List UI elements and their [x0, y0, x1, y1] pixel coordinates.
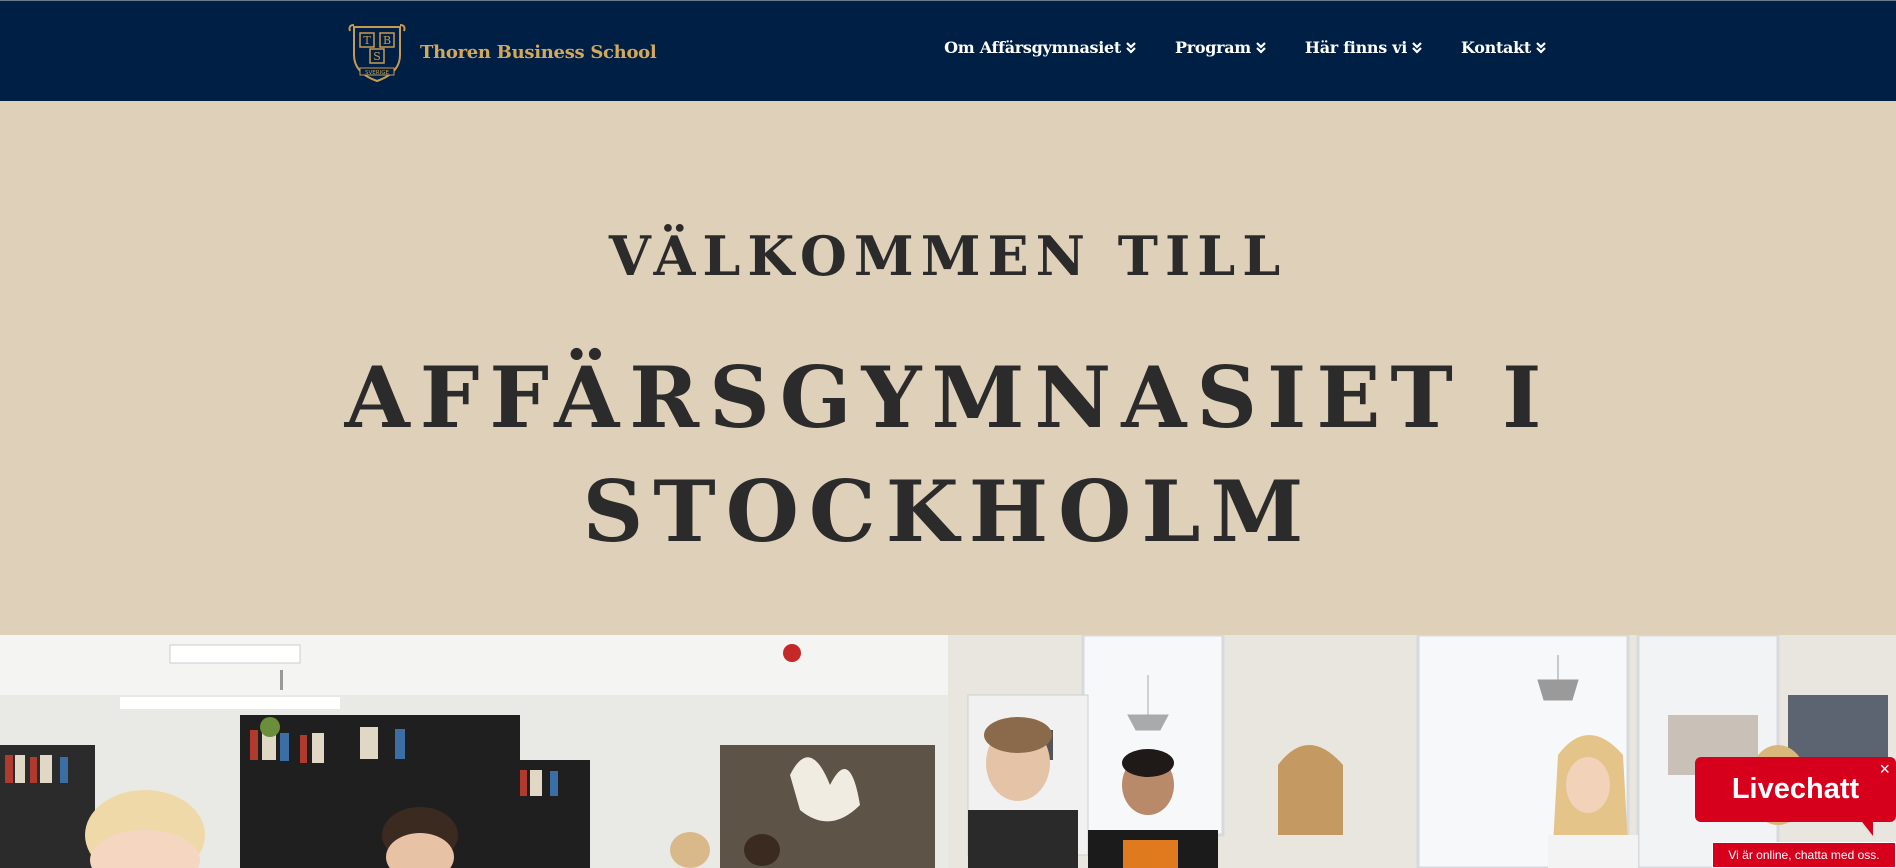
hero-section: VÄLKOMMEN TILL AFFÄRSGYMNASIET I STOCKHO… [0, 101, 1896, 635]
double-chevron-down-icon [1126, 41, 1136, 54]
livechat-status[interactable]: Vi är online, chatta med oss. [1712, 842, 1896, 868]
hero-title-line1: AFFÄRSGYMNASIET I [344, 348, 1552, 447]
hero-subtitle: VÄLKOMMEN TILL [608, 224, 1288, 288]
nav-item-kontakt[interactable]: Kontakt [1461, 38, 1547, 57]
crest-banner: SVERIGE [365, 70, 389, 76]
hero-title: AFFÄRSGYMNASIET I STOCKHOLM [0, 341, 1896, 569]
livechat-speech-tail [1859, 818, 1873, 836]
nav-item-label: Om Affärsgymnasiet [944, 38, 1121, 57]
double-chevron-down-icon [1536, 41, 1546, 54]
double-chevron-down-icon [1412, 41, 1422, 54]
nav-item-har-finns-vi[interactable]: Här finns vi [1305, 38, 1423, 57]
nav-item-label: Här finns vi [1304, 38, 1407, 57]
library-photo [0, 635, 948, 868]
crest-letter-b: B [383, 34, 391, 47]
livechat-button[interactable]: Livechatt × [1695, 757, 1896, 822]
crest-icon: T B S SVERIGE [348, 24, 406, 83]
close-icon[interactable]: × [1879, 759, 1890, 780]
main-nav: Om Affärsgymnasiet Program Här finns vi … [944, 38, 1547, 57]
crest-letter-s: S [373, 50, 381, 63]
brand-name: Thoren Business School [420, 41, 657, 63]
nav-item-label: Kontakt [1461, 38, 1531, 57]
site-logo[interactable]: T B S SVERIGE Thoren Business School [346, 21, 657, 83]
crest-letter-t: T [363, 34, 371, 47]
students-photo [948, 635, 1896, 868]
livechat-title: Livechatt [1731, 773, 1860, 805]
nav-item-program[interactable]: Program [1175, 38, 1267, 57]
nav-item-label: Program [1174, 38, 1251, 57]
site-header: T B S SVERIGE Thoren Business School Om … [0, 0, 1896, 101]
double-chevron-down-icon [1256, 41, 1266, 54]
hero-title-line2: STOCKHOLM [582, 462, 1314, 561]
nav-item-om-affarsgymnasiet[interactable]: Om Affärsgymnasiet [944, 38, 1137, 57]
